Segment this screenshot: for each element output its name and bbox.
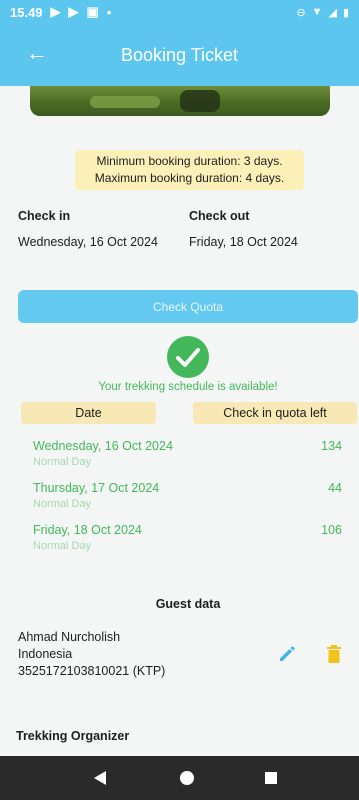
table-row-day-type: Normal Day bbox=[33, 456, 92, 468]
table-header-quota: Check in quota left bbox=[193, 402, 357, 424]
status-bar: 15.49 ▶ ▶ ▣ • ⊖ ▼ ◢ ▮ bbox=[0, 0, 359, 24]
trekking-organizer-title: Trekking Organizer bbox=[16, 729, 130, 743]
wifi-icon: ▼ bbox=[311, 6, 323, 18]
table-row-quota: 44 bbox=[328, 481, 342, 495]
guest-data-title: Guest data bbox=[155, 597, 221, 611]
max-duration-text: Maximum booking duration: 4 days. bbox=[94, 171, 285, 185]
check-in-label: Check in bbox=[18, 209, 71, 223]
recents-square-icon bbox=[265, 772, 277, 784]
system-navigation-bar bbox=[0, 756, 359, 800]
check-out-label: Check out bbox=[189, 209, 250, 223]
check-quota-button[interactable]: Check Quota bbox=[18, 290, 358, 323]
trash-icon[interactable] bbox=[326, 644, 342, 669]
notification-icon: ▣ bbox=[86, 4, 99, 19]
booking-duration-info: Minimum booking duration: 3 days. Maximu… bbox=[75, 150, 304, 190]
guest-country: Indonesia bbox=[18, 647, 73, 661]
check-circle-icon bbox=[167, 336, 209, 378]
page-title: Booking Ticket bbox=[120, 44, 239, 65]
min-duration-text: Minimum booking duration: 3 days. bbox=[96, 154, 283, 168]
arrow-left-icon[interactable]: ← bbox=[26, 42, 48, 64]
table-row-quota: 106 bbox=[321, 523, 342, 537]
back-triangle-icon bbox=[94, 771, 106, 785]
table-row-date: Friday, 18 Oct 2024 bbox=[33, 523, 142, 537]
table-row-date: Wednesday, 16 Oct 2024 bbox=[33, 439, 173, 453]
battery-icon: ▮ bbox=[342, 6, 349, 19]
play-icon: ▶ bbox=[68, 4, 79, 19]
play-icon: ▶ bbox=[50, 4, 61, 19]
check-in-date[interactable]: Wednesday, 16 Oct 2024 bbox=[18, 235, 158, 249]
table-row-day-type: Normal Day bbox=[33, 498, 92, 510]
dot-icon: • bbox=[106, 4, 112, 20]
status-left: 15.49 ▶ ▶ ▣ • bbox=[10, 4, 111, 20]
banner-grass bbox=[90, 96, 160, 108]
trekking-banner-image bbox=[30, 86, 330, 116]
nav-back-button[interactable] bbox=[70, 756, 130, 800]
home-circle-icon bbox=[180, 771, 194, 785]
checkmark-icon bbox=[176, 348, 200, 367]
table-header-date: Date bbox=[21, 402, 156, 424]
check-out-date[interactable]: Friday, 18 Oct 2024 bbox=[189, 235, 298, 249]
table-row-day-type: Normal Day bbox=[33, 540, 92, 552]
table-row-quota: 134 bbox=[321, 439, 342, 453]
banner-hiker bbox=[180, 90, 220, 112]
status-right: ⊖ ▼ ◢ ▮ bbox=[296, 6, 349, 19]
edit-icon[interactable] bbox=[277, 644, 297, 669]
status-time: 15.49 bbox=[10, 4, 43, 20]
availability-message: Your trekking schedule is available! bbox=[98, 381, 278, 393]
nav-recents-button[interactable] bbox=[241, 756, 301, 800]
signal-icon: ◢ bbox=[328, 6, 337, 19]
nav-home-button[interactable] bbox=[157, 756, 217, 800]
app-bar: ← Booking Ticket bbox=[0, 24, 359, 86]
guest-id-number: 3525172103810021 (KTP) bbox=[18, 664, 166, 678]
table-row-date: Thursday, 17 Oct 2024 bbox=[33, 481, 160, 495]
dnd-icon: ⊖ bbox=[296, 6, 306, 19]
guest-name: Ahmad Nurcholish bbox=[18, 630, 121, 644]
